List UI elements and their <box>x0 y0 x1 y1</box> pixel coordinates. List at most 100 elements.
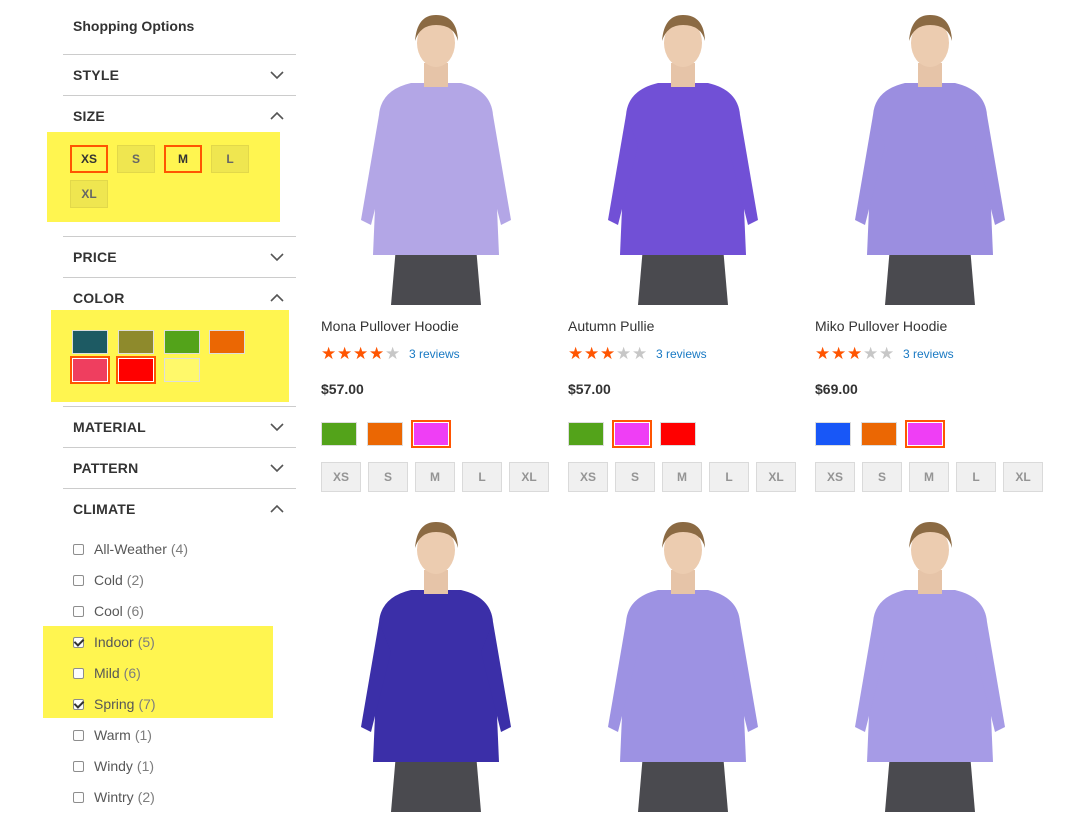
checkbox[interactable] <box>73 760 84 772</box>
climate-option-count: (4) <box>170 541 189 557</box>
checkbox[interactable] <box>73 791 84 803</box>
checkbox[interactable] <box>73 543 84 555</box>
product-image-art <box>361 522 511 812</box>
color-swatch[interactable] <box>164 358 200 382</box>
color-swatch[interactable] <box>209 330 245 354</box>
climate-option-count: (1) <box>134 727 152 743</box>
product-size-s[interactable]: S <box>862 462 902 492</box>
size-option-xs[interactable]: XS <box>70 145 108 173</box>
color-highlight <box>51 310 289 402</box>
product-size-s[interactable]: S <box>615 462 655 492</box>
size-option-m[interactable]: M <box>164 145 202 173</box>
product-name[interactable]: Miko Pullover Hoodie <box>815 318 947 334</box>
climate-option[interactable]: Wintry (2) <box>73 787 155 807</box>
product-size-l[interactable]: L <box>462 462 502 492</box>
color-swatch[interactable] <box>164 330 200 354</box>
climate-option[interactable]: Warm (1) <box>73 725 152 745</box>
star-icon: ★ <box>863 344 879 363</box>
product-size-xs[interactable]: XS <box>568 462 608 492</box>
climate-option[interactable]: Spring (7) <box>73 694 156 714</box>
product-name[interactable]: Mona Pullover Hoodie <box>321 318 459 334</box>
checkbox[interactable] <box>73 574 84 586</box>
star-icon: ★ <box>879 344 895 363</box>
product-size-xl[interactable]: XL <box>1003 462 1043 492</box>
product-color-swatch[interactable] <box>367 422 403 446</box>
reviews-link[interactable]: 3 reviews <box>656 347 707 361</box>
climate-option[interactable]: Mild (6) <box>73 663 141 683</box>
size-option-xl[interactable]: XL <box>70 180 108 208</box>
chevron-down-icon <box>270 68 284 82</box>
product-size-m[interactable]: M <box>909 462 949 492</box>
checkbox[interactable] <box>73 636 84 648</box>
chevron-down-icon <box>270 420 284 434</box>
product-size-l[interactable]: L <box>709 462 749 492</box>
checkbox[interactable] <box>73 729 84 741</box>
filter-climate[interactable]: CLIMATE <box>63 488 296 528</box>
product-price: $57.00 <box>568 381 611 397</box>
product-size-s[interactable]: S <box>368 462 408 492</box>
product-color-swatch[interactable] <box>861 422 897 446</box>
product-image[interactable] <box>568 5 798 305</box>
star-icon: ★ <box>568 344 584 363</box>
filter-climate-label: CLIMATE <box>73 501 136 517</box>
climate-option[interactable]: All-Weather (4) <box>73 539 188 559</box>
climate-option-count: (6) <box>123 665 141 681</box>
product-size-m[interactable]: M <box>415 462 455 492</box>
climate-option[interactable]: Windy (1) <box>73 756 154 776</box>
filter-material[interactable]: MATERIAL <box>63 406 296 446</box>
product-size-l[interactable]: L <box>956 462 996 492</box>
product-name[interactable]: Autumn Pullie <box>568 318 654 334</box>
star-icon: ★ <box>321 344 337 363</box>
star-icon: ★ <box>584 344 600 363</box>
color-swatch[interactable] <box>118 330 154 354</box>
product-image[interactable] <box>321 512 551 812</box>
climate-option-label: Mild <box>94 665 120 681</box>
climate-option[interactable]: Indoor (5) <box>73 632 155 652</box>
filter-size[interactable]: SIZE <box>63 95 296 135</box>
climate-option-label: Cold <box>94 572 123 588</box>
product-size-xl[interactable]: XL <box>756 462 796 492</box>
star-icon: ★ <box>369 344 385 363</box>
product-color-swatch[interactable] <box>905 420 945 448</box>
product-image[interactable] <box>815 512 1045 812</box>
product-size-xl[interactable]: XL <box>509 462 549 492</box>
product-price: $57.00 <box>321 381 364 397</box>
checkbox[interactable] <box>73 605 84 617</box>
chevron-up-icon <box>270 109 284 123</box>
product-color-swatch[interactable] <box>815 422 851 446</box>
color-swatch[interactable] <box>70 356 110 384</box>
product-size-xs[interactable]: XS <box>321 462 361 492</box>
product-image[interactable] <box>568 512 798 812</box>
climate-option-count: (1) <box>136 758 155 774</box>
checkbox[interactable] <box>73 667 84 679</box>
climate-option-label: All-Weather <box>94 541 167 557</box>
climate-option-count: (7) <box>138 696 156 712</box>
star-icon: ★ <box>600 344 616 363</box>
filter-style[interactable]: STYLE <box>63 54 296 94</box>
reviews-link[interactable]: 3 reviews <box>903 347 954 361</box>
filter-price-label: PRICE <box>73 249 117 265</box>
product-color-swatch[interactable] <box>321 422 357 446</box>
shopping-options-title: Shopping Options <box>73 18 195 34</box>
product-image-art <box>855 15 1005 305</box>
climate-option[interactable]: Cold (2) <box>73 570 144 590</box>
color-swatch[interactable] <box>72 330 108 354</box>
filter-pattern[interactable]: PATTERN <box>63 447 296 487</box>
product-color-swatch[interactable] <box>568 422 604 446</box>
climate-option-label: Spring <box>94 696 135 712</box>
product-image[interactable] <box>815 5 1045 305</box>
checkbox[interactable] <box>73 698 84 710</box>
size-option-s[interactable]: S <box>117 145 155 173</box>
product-size-xs[interactable]: XS <box>815 462 855 492</box>
product-color-swatch[interactable] <box>612 420 652 448</box>
product-image[interactable] <box>321 5 551 305</box>
color-swatch[interactable] <box>116 356 156 384</box>
climate-option[interactable]: Cool (6) <box>73 601 144 621</box>
product-rating: ★ ★ ★ ★ ★ 3 reviews <box>568 345 707 362</box>
filter-price[interactable]: PRICE <box>63 236 296 276</box>
product-color-swatch[interactable] <box>660 422 696 446</box>
product-color-swatch[interactable] <box>411 420 451 448</box>
reviews-link[interactable]: 3 reviews <box>409 347 460 361</box>
size-option-l[interactable]: L <box>211 145 249 173</box>
product-size-m[interactable]: M <box>662 462 702 492</box>
